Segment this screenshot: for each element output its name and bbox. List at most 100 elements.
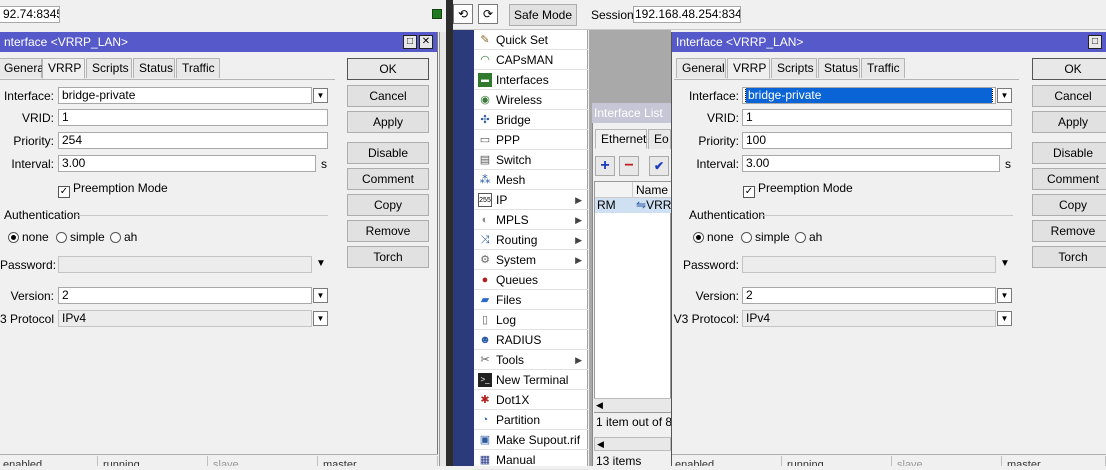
version-select[interactable]: 2 [742, 287, 996, 304]
left-address-field[interactable]: 92.74:8345 [0, 6, 60, 23]
apply-button[interactable]: Apply [347, 111, 429, 133]
sidebar-item-mpls[interactable]: ◐ MPLS ▶ [474, 210, 588, 230]
sidebar-item-quick-set[interactable]: ✎ Quick Set [474, 30, 588, 50]
tab-traffic[interactable]: Traffic [861, 58, 905, 78]
add-button[interactable]: + [595, 156, 615, 176]
dropdown-icon[interactable]: ▼ [997, 88, 1012, 103]
cancel-button[interactable]: Cancel [1032, 85, 1106, 107]
sidebar-item-system[interactable]: ⚙ System ▶ [474, 250, 588, 270]
auth-ah-radio[interactable]: ah [110, 230, 137, 244]
close-icon[interactable]: ✕ [419, 35, 433, 49]
sidebar-item-tools[interactable]: ✂ Tools ▶ [474, 350, 588, 370]
v3-protocol-select[interactable]: IPv4 [58, 310, 312, 327]
tab-vrrp[interactable]: VRRP [42, 58, 85, 79]
sidebar-item-capsman[interactable]: ◠ CAPsMAN [474, 50, 588, 70]
sidebar-item-mesh[interactable]: ⁂ Mesh [474, 170, 588, 190]
session-field[interactable]: 192.168.48.254:8345 [633, 6, 741, 23]
copy-button[interactable]: Copy [1032, 194, 1106, 216]
priority-input[interactable]: 254 [58, 132, 328, 149]
maximize-icon[interactable]: □ [1088, 35, 1102, 49]
v3-protocol-select[interactable]: IPv4 [742, 310, 996, 327]
sidebar-item-manual[interactable]: ▦ Manual [474, 450, 588, 470]
auth-section-title: Authentication [689, 208, 766, 222]
interface-select[interactable]: bridge-private [742, 87, 996, 104]
remove-item-button[interactable]: − [619, 156, 639, 176]
tab-traffic[interactable]: Traffic [176, 58, 220, 78]
interface-list-title[interactable]: Interface List [592, 103, 671, 123]
disable-button[interactable]: Disable [1032, 142, 1106, 164]
sidebar-item-bridge[interactable]: ✣ Bridge [474, 110, 588, 130]
column-header-name[interactable]: Name [632, 182, 671, 198]
sidebar-item-new-terminal[interactable]: >_ New Terminal [474, 370, 588, 390]
remove-button[interactable]: Remove [347, 220, 429, 242]
remove-button[interactable]: Remove [1032, 220, 1106, 242]
horizontal-scrollbar[interactable]: ◀ [594, 398, 671, 412]
redo-button[interactable]: ⟳ [478, 4, 498, 24]
ok-button[interactable]: OK [347, 58, 429, 80]
sidebar-item-ip[interactable]: 255 IP ▶ [474, 190, 588, 210]
tab-eoip[interactable]: Eo [648, 129, 671, 149]
dropdown-icon[interactable]: ▼ [997, 311, 1012, 326]
auth-simple-radio[interactable]: simple [741, 230, 790, 244]
column-header-flags[interactable] [595, 182, 632, 198]
dropdown-icon[interactable]: ▼ [313, 311, 328, 326]
sidebar-item-log[interactable]: ▯ Log [474, 310, 588, 330]
sidebar-item-files[interactable]: ▰ Files [474, 290, 588, 310]
tab-status[interactable]: Status [818, 58, 860, 78]
tab-scripts[interactable]: Scripts [771, 58, 817, 78]
preemption-checkbox[interactable]: ✓ Preemption Mode [743, 181, 853, 198]
torch-button[interactable]: Torch [347, 246, 429, 268]
vrid-input[interactable]: 1 [742, 109, 1012, 126]
undo-button[interactable]: ⟲ [453, 4, 473, 24]
sidebar-item-interfaces[interactable]: ▬ Interfaces [474, 70, 588, 90]
tab-general[interactable]: General [0, 58, 47, 78]
sidebar-item-switch[interactable]: ▤ Switch [474, 150, 588, 170]
password-input[interactable] [58, 256, 312, 273]
priority-input[interactable]: 100 [742, 132, 1012, 149]
tab-vrrp[interactable]: VRRP [727, 58, 770, 79]
vrid-input[interactable]: 1 [58, 109, 328, 126]
interval-input[interactable]: 3.00 [58, 155, 316, 172]
cancel-button[interactable]: Cancel [347, 85, 429, 107]
sidebar-item-radius[interactable]: ☻ RADIUS [474, 330, 588, 350]
tab-general[interactable]: General [676, 58, 726, 78]
auth-none-radio[interactable]: none [693, 230, 734, 244]
version-select[interactable]: 2 [58, 287, 312, 304]
right-window-title[interactable]: Interface <VRRP_LAN> [672, 32, 1106, 52]
dropdown-icon[interactable]: ▼ [997, 288, 1012, 303]
apply-button[interactable]: Apply [1032, 111, 1106, 133]
sidebar-item-queues[interactable]: ● Queues [474, 270, 588, 290]
enable-button[interactable]: ✔ [649, 156, 669, 176]
dropdown-arrow-icon[interactable]: ▼ [316, 258, 326, 269]
comment-button[interactable]: Comment [1032, 168, 1106, 190]
dropdown-icon[interactable]: ▼ [313, 288, 328, 303]
comment-button[interactable]: Comment [347, 168, 429, 190]
maximize-icon[interactable]: □ [403, 35, 417, 49]
tab-ethernet[interactable]: Ethernet [595, 129, 647, 149]
sidebar-item-routing[interactable]: ⤨ Routing ▶ [474, 230, 588, 250]
submenu-arrow-icon: ▶ [575, 195, 582, 205]
interval-input[interactable]: 3.00 [742, 155, 1000, 172]
dropdown-icon[interactable]: ▼ [313, 88, 328, 103]
torch-button[interactable]: Torch [1032, 246, 1106, 268]
copy-button[interactable]: Copy [347, 194, 429, 216]
tab-scripts[interactable]: Scripts [86, 58, 132, 78]
auth-none-radio[interactable]: none [8, 230, 49, 244]
left-window-title[interactable]: nterface <VRRP_LAN> [0, 32, 437, 52]
second-scrollbar[interactable]: ◀ [594, 437, 671, 451]
auth-ah-radio[interactable]: ah [795, 230, 822, 244]
interface-select[interactable]: bridge-private [58, 87, 312, 104]
ok-button[interactable]: OK [1032, 58, 1106, 80]
auth-simple-radio[interactable]: simple [56, 230, 105, 244]
tab-status[interactable]: Status [133, 58, 175, 78]
preemption-checkbox[interactable]: ✓ Preemption Mode [58, 181, 168, 198]
sidebar-item-wireless[interactable]: ◉ Wireless [474, 90, 588, 110]
password-input[interactable] [742, 256, 996, 273]
sidebar-item-dot1x[interactable]: ✱ Dot1X [474, 390, 588, 410]
dropdown-arrow-icon[interactable]: ▼ [1000, 258, 1010, 269]
sidebar-item-partition[interactable]: ◔ Partition [474, 410, 588, 430]
sidebar-item-ppp[interactable]: ▭ PPP [474, 130, 588, 150]
disable-button[interactable]: Disable [347, 142, 429, 164]
sidebar-item-make-supout[interactable]: ▣ Make Supout.rif [474, 430, 588, 450]
safe-mode-button[interactable]: Safe Mode [509, 4, 577, 26]
